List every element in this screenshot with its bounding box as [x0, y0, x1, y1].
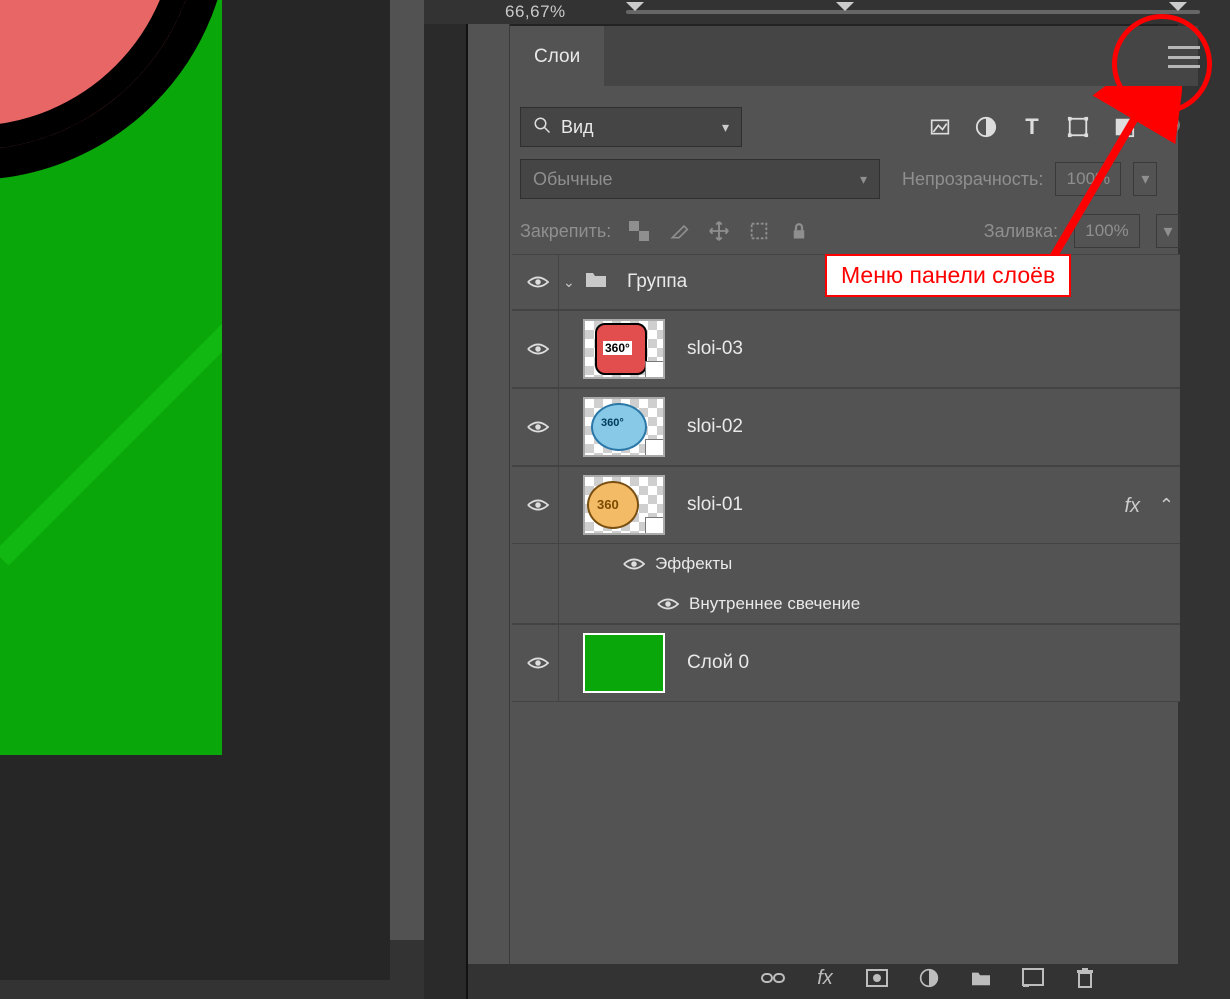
blend-opacity-row: Обычные ▾ Непрозрачность: 100% ▾	[520, 158, 1180, 200]
layers-list: ⌄ Группа sloi-03 sloi-02	[512, 254, 1180, 702]
fx-badge[interactable]: fx	[1124, 495, 1140, 518]
blend-mode-combo[interactable]: Обычные ▾	[520, 159, 880, 199]
fill-input[interactable]: 100%	[1074, 214, 1140, 248]
lock-brush-icon[interactable]	[667, 219, 691, 243]
filter-pixel-icon[interactable]	[928, 115, 952, 139]
lock-label: Закрепить:	[520, 221, 611, 242]
visibility-toggle[interactable]	[653, 596, 683, 612]
layer-name[interactable]: sloi-01	[687, 494, 743, 516]
folder-icon	[583, 269, 613, 295]
visibility-toggle[interactable]	[518, 274, 558, 290]
annotation-circle	[1112, 14, 1212, 114]
side-gutter	[424, 24, 468, 999]
layers-bottom-toolbar: fx	[760, 960, 1180, 996]
link-layers-icon[interactable]	[760, 971, 786, 985]
search-icon	[533, 116, 551, 139]
document-canvas[interactable]	[0, 0, 222, 755]
lock-transparent-icon[interactable]	[627, 219, 651, 243]
zoom-value[interactable]: 66,67%	[505, 2, 566, 22]
zoom-slider-min-icon[interactable]	[626, 2, 644, 20]
fill-label: Заливка:	[984, 221, 1058, 242]
panel-tabs: Слои	[510, 26, 1198, 86]
zoom-slider-track[interactable]	[626, 10, 1200, 14]
opacity-chevron-icon[interactable]: ▾	[1133, 162, 1157, 196]
filter-shape-icon[interactable]	[1066, 115, 1090, 139]
effects-label: Эффекты	[655, 554, 732, 574]
visibility-toggle[interactable]	[619, 556, 649, 572]
layer-thumbnail[interactable]	[583, 633, 665, 693]
thumb-art	[591, 403, 647, 451]
layer-filter-row: Вид ▾ T	[520, 104, 1180, 150]
thumb-art	[595, 323, 647, 375]
layer-row[interactable]: sloi-03	[512, 310, 1180, 388]
layer-thumbnail[interactable]	[583, 397, 665, 457]
filter-type-icon[interactable]: T	[1020, 115, 1044, 139]
lock-all-icon[interactable]	[787, 219, 811, 243]
chevron-down-icon: ▾	[860, 171, 867, 188]
layer-style-fx-icon[interactable]: fx	[812, 967, 838, 990]
group-name[interactable]: Группа	[627, 271, 687, 293]
delete-layer-icon[interactable]	[1072, 967, 1098, 989]
new-layer-icon[interactable]	[1020, 968, 1046, 988]
canvas-stripe-green	[0, 254, 222, 565]
zoom-bar[interactable]: 66,67%	[500, 0, 1200, 24]
lock-move-icon[interactable]	[707, 219, 731, 243]
layer-name[interactable]: sloi-02	[687, 416, 743, 438]
layer-row[interactable]: sloi-01 fx ⌃	[512, 466, 1180, 544]
effect-item-row[interactable]: Внутреннее свечение	[512, 584, 1180, 624]
layer-filter-type-combo[interactable]: Вид ▾	[520, 107, 742, 147]
visibility-toggle[interactable]	[518, 419, 558, 435]
opacity-input[interactable]: 100%	[1055, 162, 1121, 196]
fill-chevron-icon[interactable]: ▾	[1156, 214, 1180, 248]
visibility-toggle[interactable]	[518, 341, 558, 357]
filter-adjustment-icon[interactable]	[974, 115, 998, 139]
zoom-slider-handle-icon[interactable]	[836, 2, 854, 20]
layer-thumbnail[interactable]	[583, 475, 665, 535]
effect-name[interactable]: Внутреннее свечение	[689, 594, 860, 614]
annotation-callout: Меню панели слоёв	[825, 254, 1071, 297]
layer-row[interactable]: Слой 0	[512, 624, 1180, 702]
canvas-shape-red	[0, 0, 222, 180]
smartobject-badge-icon	[645, 361, 665, 379]
layer-thumbnail[interactable]	[583, 319, 665, 379]
filter-toggle-switch[interactable]	[1164, 117, 1180, 133]
fx-expand-chevron-icon[interactable]: ⌃	[1159, 495, 1174, 516]
canvas-border	[390, 0, 424, 940]
new-adjustment-layer-icon[interactable]	[916, 968, 942, 988]
opacity-label: Непрозрачность:	[902, 169, 1043, 190]
tab-strip	[602, 26, 1198, 86]
layer-filter-icons: T	[928, 115, 1180, 139]
chevron-down-icon: ▾	[722, 119, 729, 136]
tab-layers[interactable]: Слои	[510, 26, 604, 88]
effects-heading-row[interactable]: Эффекты	[512, 544, 1180, 584]
document-canvas-area[interactable]	[0, 0, 390, 980]
smartobject-badge-icon	[645, 517, 665, 535]
visibility-toggle[interactable]	[518, 655, 558, 671]
layer-name[interactable]: sloi-03	[687, 338, 743, 360]
layer-row[interactable]: sloi-02	[512, 388, 1180, 466]
group-expand-chevron-icon[interactable]: ⌄	[563, 274, 583, 291]
new-group-icon[interactable]	[968, 969, 994, 987]
visibility-toggle[interactable]	[518, 497, 558, 513]
layer-filter-type-label: Вид	[561, 117, 594, 138]
lock-artboard-icon[interactable]	[747, 219, 771, 243]
panel-gutter	[468, 24, 510, 964]
thumb-art	[587, 481, 639, 529]
smartobject-badge-icon	[645, 439, 665, 457]
add-mask-icon[interactable]	[864, 969, 890, 987]
blend-mode-label: Обычные	[533, 169, 613, 190]
filter-smartobject-icon[interactable]	[1112, 115, 1136, 139]
lock-fill-row: Закрепить: Заливка: 100% ▾	[520, 210, 1180, 252]
layer-name[interactable]: Слой 0	[687, 652, 749, 674]
